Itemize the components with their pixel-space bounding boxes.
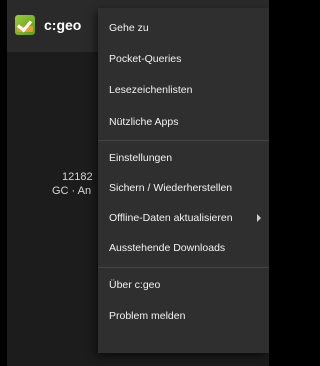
menu-item-label: Sichern / Wiederherstellen [109,182,233,194]
menu-item-nuetzliche-apps[interactable]: Nützliche Apps [98,108,269,136]
menu-divider [98,140,269,141]
menu-item-offline-daten[interactable]: Offline-Daten aktualisieren [98,204,269,232]
menu-item-label: Lesezeichenlisten [109,84,193,96]
menu-item-label: Ausstehende Downloads [109,242,226,254]
cgeo-app-icon[interactable] [15,15,35,35]
menu-item-einstellungen[interactable]: Einstellungen [98,144,269,172]
menu-item-problem-melden[interactable]: Problem melden [98,302,269,330]
menu-item-label: Nützliche Apps [109,116,179,128]
menu-item-pocket-queries[interactable]: Pocket-Queries [98,45,269,73]
overflow-menu: Gehe zu Pocket-Queries Lesezeichenlisten… [98,8,269,353]
menu-item-label: Einstellungen [109,152,173,164]
menu-item-gehe-zu[interactable]: Gehe zu [98,14,269,42]
menu-item-label: Pocket-Queries [109,53,182,65]
menu-item-ausstehende-downloads[interactable]: Ausstehende Downloads [98,234,269,262]
menu-item-sichern-wiederherstellen[interactable]: Sichern / Wiederherstellen [98,174,269,202]
menu-divider [98,267,269,268]
submenu-arrow-icon [257,214,261,222]
menu-item-ueber-cgeo[interactable]: Über c:geo [98,271,269,299]
app-screen: c:geo 12182 GC · An Gehe zu Pocket-Queri… [7,0,269,366]
menu-item-lesezeichenlisten[interactable]: Lesezeichenlisten [98,76,269,104]
cache-count: 12182 [62,171,93,183]
app-title: c:geo [44,17,82,33]
menu-item-label: Problem melden [109,310,186,322]
menu-item-label: Offline-Daten aktualisieren [109,212,233,224]
menu-item-label: Gehe zu [109,22,149,34]
menu-item-label: Über c:geo [109,279,161,291]
cache-source-text: GC · An [52,185,92,197]
